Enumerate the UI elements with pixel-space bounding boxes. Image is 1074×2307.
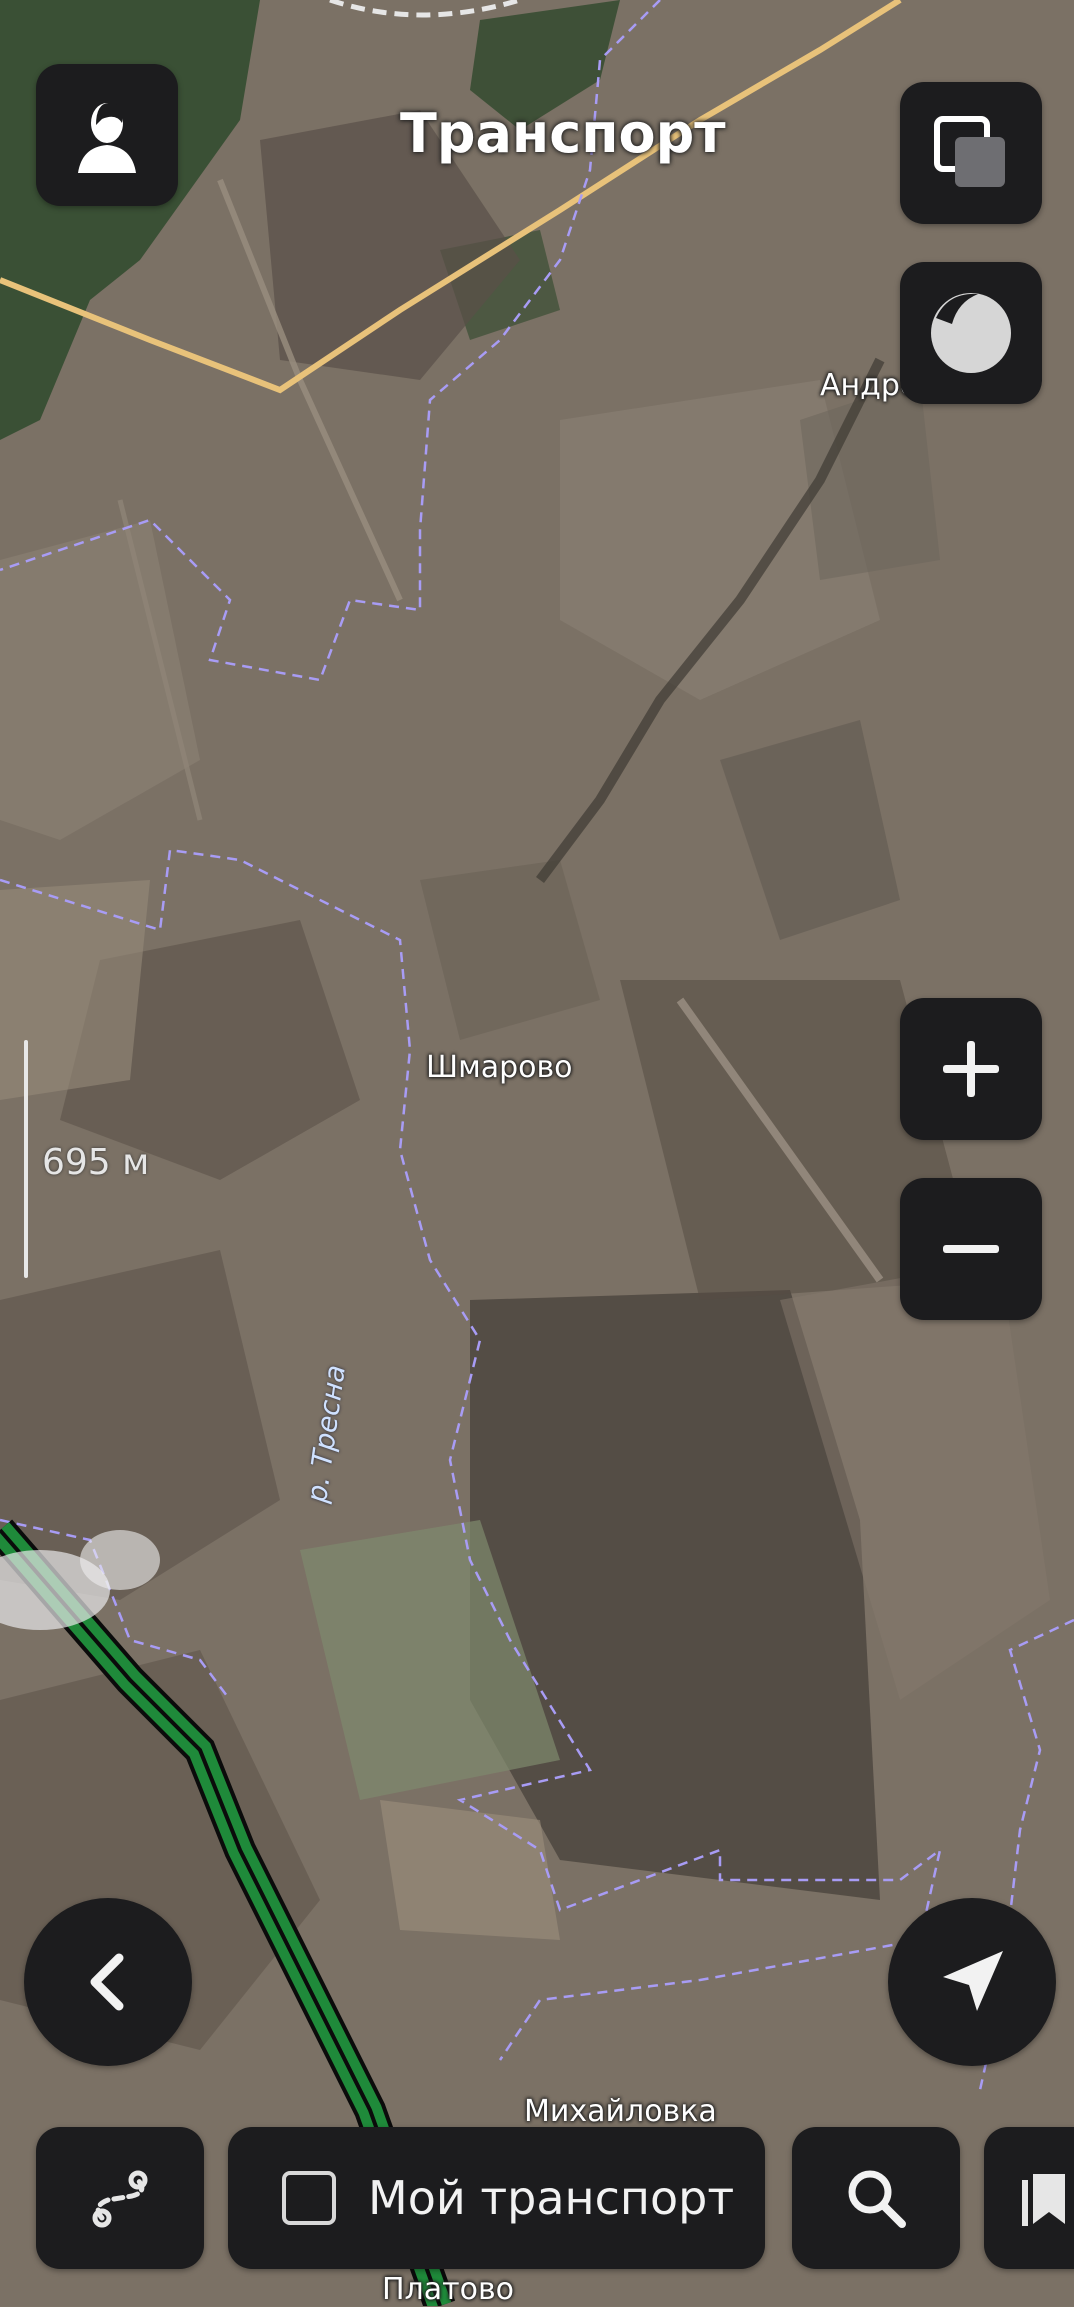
- zoom-out-button[interactable]: [900, 1178, 1042, 1320]
- my-location-button[interactable]: [888, 1898, 1056, 2066]
- settlement-label-platovo: Платово: [382, 2272, 514, 2307]
- layers-icon: [931, 113, 1011, 193]
- plus-icon: [939, 1037, 1003, 1101]
- settlement-label-mikhaylovka: Михайловка: [524, 2094, 717, 2129]
- page-title: Транспорт: [400, 102, 726, 165]
- my-transport-checkbox[interactable]: [282, 2171, 336, 2225]
- search-icon: [844, 2166, 908, 2230]
- chevron-left-icon: [83, 1952, 133, 2012]
- scale-bar: [24, 1040, 28, 1278]
- settlement-label-shmarovo: Шмарово: [426, 1050, 573, 1085]
- profile-icon: [72, 95, 142, 175]
- bookmark-icon: [1019, 2166, 1074, 2230]
- minus-icon: [939, 1217, 1003, 1281]
- layers-button[interactable]: [900, 82, 1042, 224]
- scale-label: 695 м: [42, 1142, 150, 1183]
- back-button[interactable]: [24, 1898, 192, 2066]
- my-transport-label: Мой транспорт: [368, 2171, 735, 2225]
- bookmarks-button[interactable]: [984, 2127, 1074, 2269]
- zoom-in-button[interactable]: [900, 998, 1042, 1140]
- theme-icon: [928, 290, 1014, 376]
- search-button[interactable]: [792, 2127, 960, 2269]
- my-transport-button[interactable]: Мой транспорт: [228, 2127, 765, 2269]
- route-icon: [88, 2166, 152, 2230]
- location-arrow-icon: [937, 1947, 1007, 2017]
- theme-button[interactable]: [900, 262, 1042, 404]
- profile-button[interactable]: [36, 64, 178, 206]
- route-button[interactable]: [36, 2127, 204, 2269]
